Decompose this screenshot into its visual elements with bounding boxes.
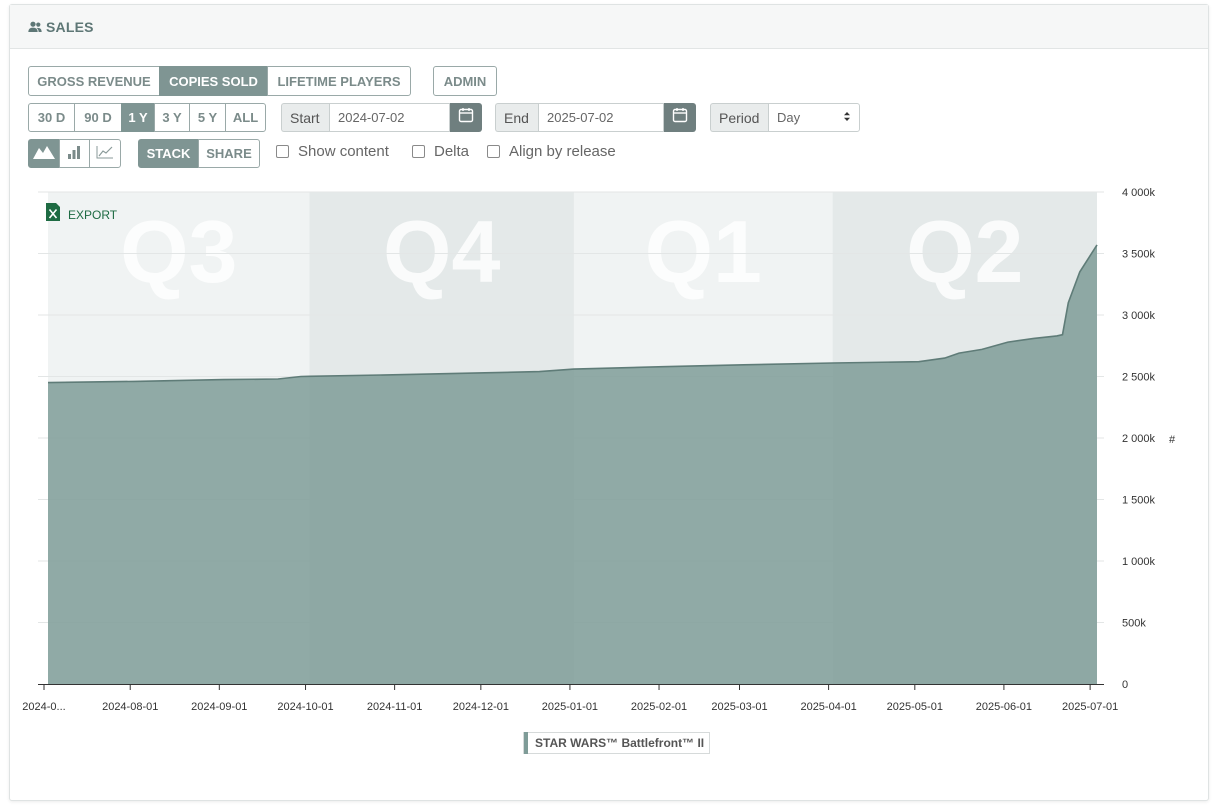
x-tick-label: 2024-08-01 [102, 701, 158, 713]
quarter-label: Q2 [906, 202, 1023, 301]
quarter-label: Q3 [120, 202, 237, 301]
y-axis-label: # [1169, 434, 1176, 446]
x-tick-label: 2024-09-01 [191, 701, 247, 713]
y-tick-label: 4 000k [1122, 187, 1156, 199]
y-tick-label: 2 500k [1122, 372, 1156, 384]
y-tick-label: 3 500k [1122, 249, 1156, 261]
sales-chart: Q3 Q4 Q1 Q2 0 500k 1 000k 1 500k 2 000k 2 500k 3 … [22, 187, 1176, 713]
x-tick-label: 2025-02-01 [631, 701, 687, 713]
y-tick-label: 1 000k [1122, 556, 1156, 568]
y-tick-label: 500k [1122, 618, 1146, 630]
x-tick-label: 2025-01-01 [542, 701, 598, 713]
quarter-label: Q4 [383, 202, 500, 301]
y-tick-label: 2 000k [1122, 433, 1156, 445]
excel-icon [45, 202, 61, 227]
x-tick-label: 2025-03-01 [711, 701, 767, 713]
legend-item-label: STAR WARS™ Battlefront™ II [535, 736, 705, 750]
export-button[interactable]: EXPORT [45, 202, 117, 227]
y-tick-label: 3 000k [1122, 310, 1156, 322]
quarter-label: Q1 [645, 202, 762, 301]
legend[interactable]: STAR WARS™ Battlefront™ II [523, 732, 711, 754]
x-tick-label: 2024-10-01 [277, 701, 333, 713]
y-tick-label: 0 [1122, 679, 1128, 691]
x-tick-label: 2024-0... [22, 701, 65, 713]
y-tick-label: 1 500k [1122, 495, 1156, 507]
x-tick-label: 2025-06-01 [976, 701, 1032, 713]
x-tick-label: 2025-05-01 [887, 701, 943, 713]
export-label: EXPORT [68, 207, 118, 222]
x-tick-label: 2024-12-01 [453, 701, 509, 713]
x-tick-label: 2025-04-01 [800, 701, 856, 713]
x-tick-label: 2025-07-01 [1062, 701, 1118, 713]
x-tick-label: 2024-11-01 [367, 701, 422, 713]
